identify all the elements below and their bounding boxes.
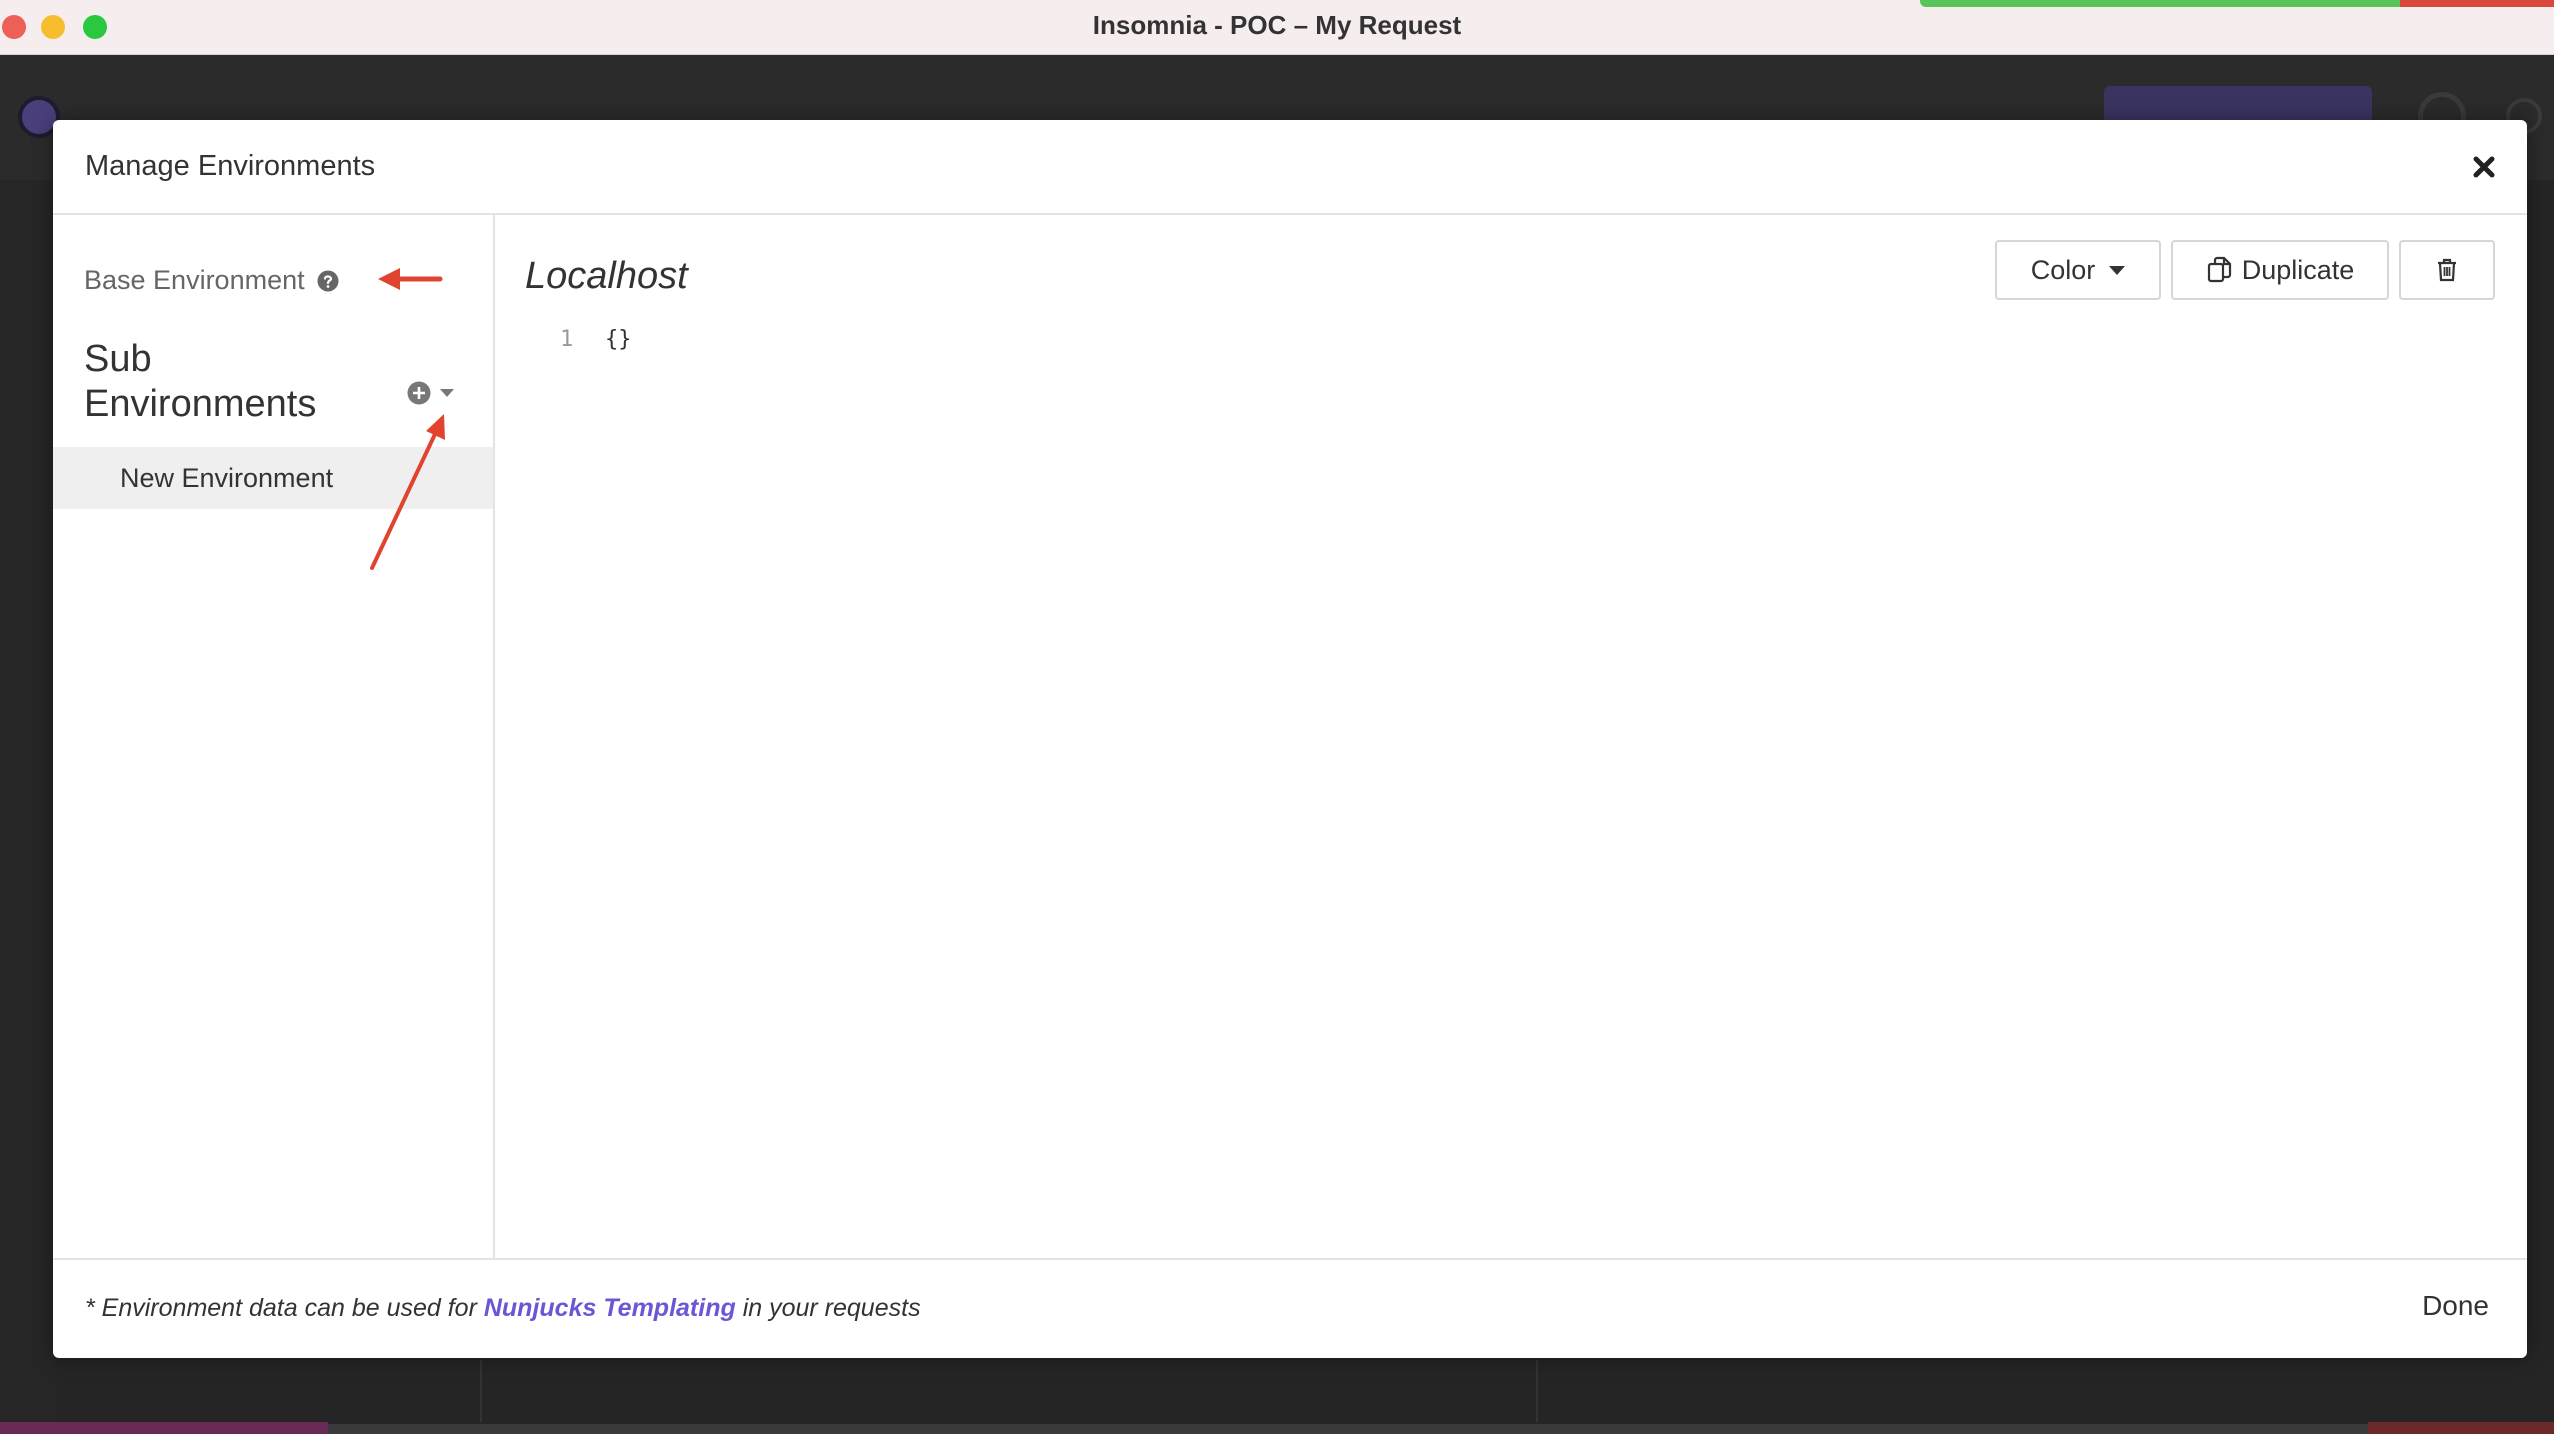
sub-environments-heading: Sub Environments	[84, 338, 317, 425]
nunjucks-templating-link[interactable]: Nunjucks Templating	[484, 1294, 736, 1322]
base-environment-item[interactable]: Base Environment	[84, 265, 339, 296]
status-bar-red	[2400, 0, 2554, 7]
delete-button[interactable]	[2399, 240, 2495, 300]
color-button-label: Color	[2030, 254, 2096, 285]
window-title: Insomnia - POC – My Request	[1092, 10, 1462, 40]
color-dropdown-button[interactable]: Color	[1995, 240, 2161, 300]
copy-icon	[2207, 256, 2231, 283]
modal-footer: * Environment data can be used for Nunju…	[53, 1258, 2527, 1358]
window-titlebar: Insomnia - POC – My Request	[0, 0, 2554, 55]
base-environment-label: Base Environment	[84, 265, 305, 295]
footer-note-prefix: * Environment data can be used for	[85, 1294, 484, 1322]
background-footer-strip	[2368, 1422, 2554, 1434]
footer-note-suffix: in your requests	[735, 1294, 921, 1322]
footer-note: * Environment data can be used for Nunju…	[85, 1294, 921, 1323]
environment-sidebar: Base Environment Sub Environments New En…	[53, 215, 495, 1258]
trash-icon	[2438, 258, 2456, 282]
modal-header: Manage Environments	[53, 120, 2527, 215]
modal-title: Manage Environments	[85, 150, 376, 182]
manage-environments-modal: Manage Environments Base Environment Sub…	[53, 120, 2527, 1358]
background-sidebar	[0, 180, 55, 1434]
environment-list-item-label: New Environment	[120, 463, 334, 493]
environment-name[interactable]: Localhost	[525, 255, 688, 298]
json-editor[interactable]: 1 {}	[525, 327, 2495, 1227]
environment-list-item[interactable]: New Environment	[53, 447, 493, 509]
environment-editor-panel: Localhost Color Duplicate 1 {}	[495, 215, 2527, 1258]
environment-toolbar: Color Duplicate	[1995, 240, 2495, 300]
code-line[interactable]: {}	[605, 327, 632, 352]
help-icon[interactable]	[317, 270, 339, 292]
background-footer-strip	[0, 1422, 328, 1434]
done-button[interactable]: Done	[2422, 1290, 2489, 1322]
caret-down-icon	[2109, 265, 2126, 275]
duplicate-button-label: Duplicate	[2241, 254, 2355, 285]
background-footer-strip	[328, 1424, 2368, 1434]
status-bar-green	[1920, 0, 2400, 7]
background-divider	[480, 1360, 482, 1422]
duplicate-button[interactable]: Duplicate	[2171, 240, 2389, 300]
add-environment-dropdown[interactable]	[407, 381, 457, 405]
background-divider	[1536, 1360, 1538, 1422]
plus-circle-icon	[407, 381, 431, 405]
close-icon	[2473, 156, 2495, 178]
close-button[interactable]	[2459, 142, 2509, 192]
chevron-down-icon	[440, 389, 454, 397]
line-number: 1	[560, 327, 574, 352]
